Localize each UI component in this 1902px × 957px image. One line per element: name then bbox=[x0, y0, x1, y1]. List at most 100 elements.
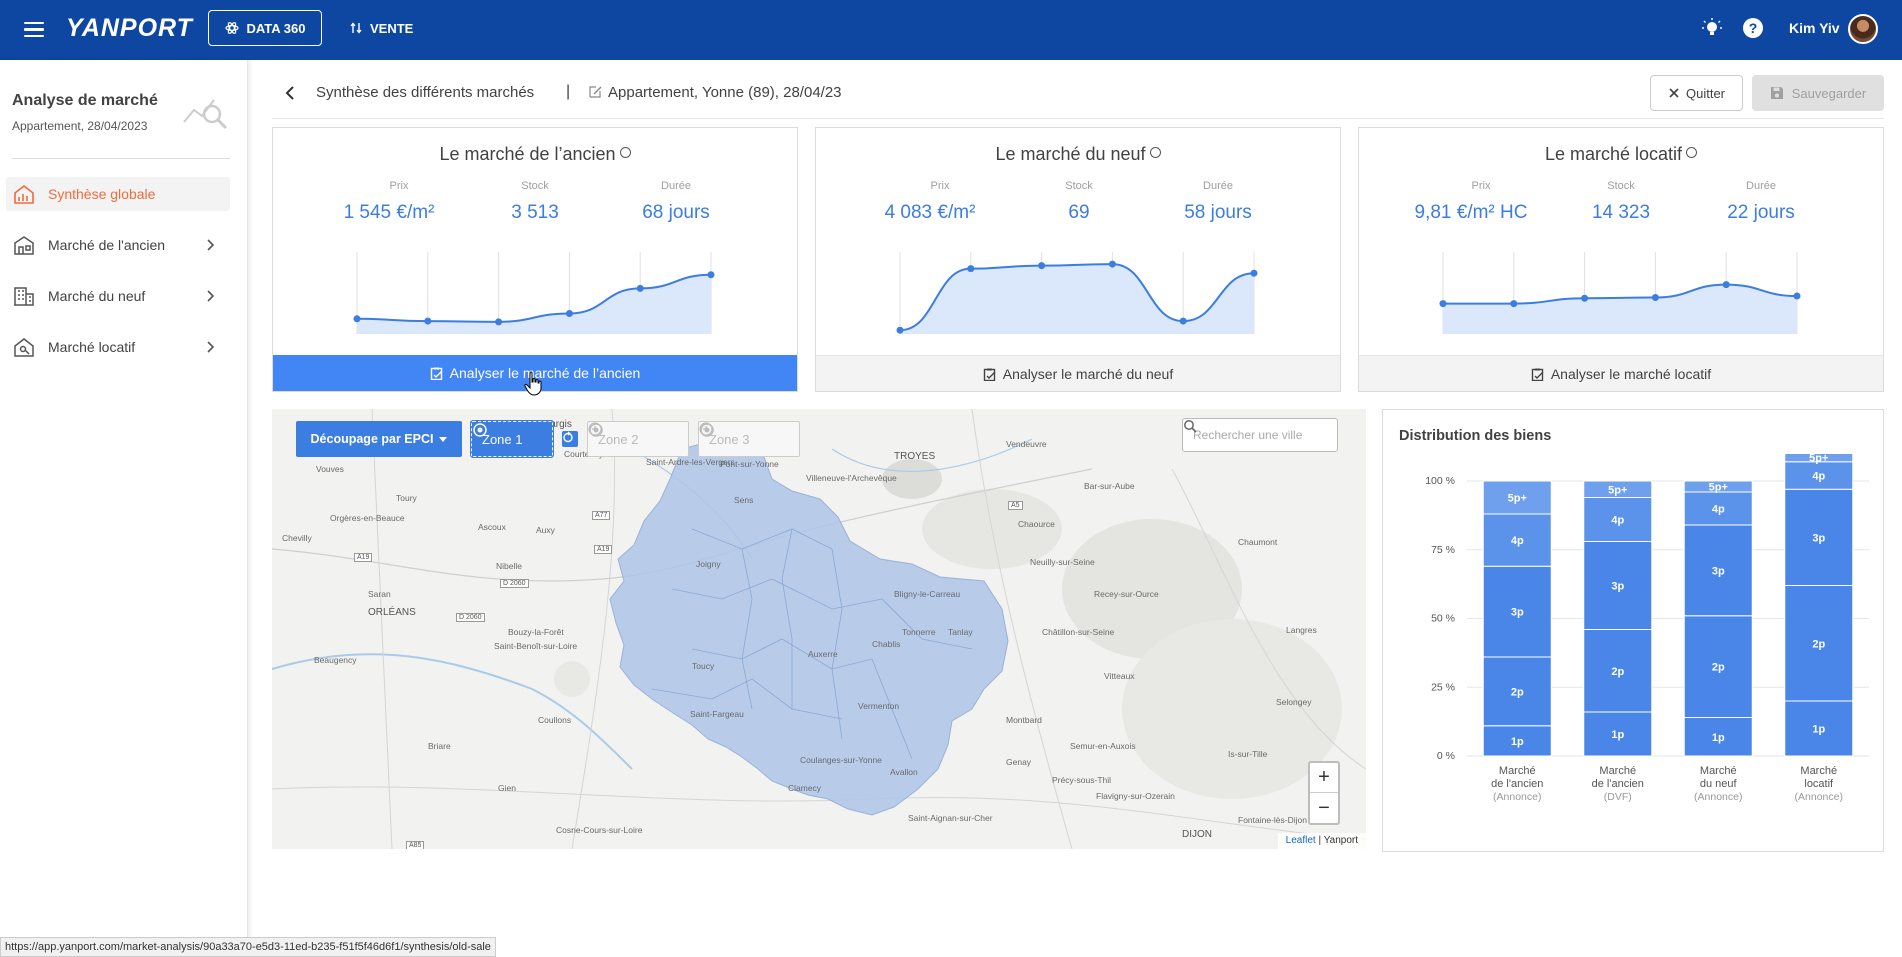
x-category-label: locatif bbox=[1804, 778, 1834, 790]
bar-segment-label: 5p+ bbox=[1709, 482, 1728, 494]
road-label: D 2060 bbox=[500, 579, 529, 588]
map-place-label: Bligny-le-Carreau bbox=[894, 589, 961, 599]
analyse-neuf-button[interactable]: Analyser le marché du neuf bbox=[816, 355, 1340, 391]
header-divider bbox=[272, 118, 1884, 119]
analyse-locatif-button[interactable]: Analyser le marché locatif bbox=[1359, 355, 1883, 391]
save-button[interactable]: Sauvegarder bbox=[1752, 75, 1884, 111]
sparkline-point bbox=[896, 326, 904, 334]
zone-1-chip[interactable]: Zone 1 bbox=[470, 420, 554, 458]
sidebar-item-neuf[interactable]: Marché du neuf bbox=[6, 279, 230, 313]
building-icon bbox=[12, 284, 36, 308]
hand-cursor-icon bbox=[524, 371, 542, 396]
quit-button[interactable]: Quitter bbox=[1650, 75, 1743, 111]
bar-segment-label: 3p bbox=[1712, 565, 1725, 577]
back-arrow-icon[interactable] bbox=[282, 84, 298, 102]
map-place-label: Joigny bbox=[696, 559, 721, 569]
map-place-label: Vitteaux bbox=[1104, 671, 1135, 681]
sidebar-item-ancien[interactable]: Marché de l'ancien bbox=[6, 228, 230, 262]
map-place-label: Toucy bbox=[692, 661, 715, 671]
chevron-right-icon bbox=[207, 290, 215, 302]
chevron-right-icon bbox=[207, 341, 215, 353]
card-title-wrap: Le marché du neuf bbox=[816, 144, 1340, 165]
y-tick-label: 0 % bbox=[1437, 750, 1455, 762]
avatar[interactable] bbox=[1848, 14, 1878, 44]
market-analysis-illustration-icon bbox=[183, 99, 228, 130]
page-subtitle[interactable]: Appartement, Yonne (89), 28/04/23 bbox=[608, 84, 842, 101]
bar-segment-label: 1p bbox=[1611, 729, 1624, 741]
data360-button[interactable]: DATA 360 bbox=[208, 10, 322, 46]
logo[interactable]: YANPORT bbox=[66, 14, 193, 43]
house-key-icon bbox=[12, 335, 36, 359]
zone-target-icon bbox=[473, 423, 487, 437]
bar-segment-label: 3p bbox=[1511, 607, 1524, 619]
map-place-label: Bar-sur-Aube bbox=[1084, 481, 1135, 491]
card-title-wrap: Le marché de l’ancien bbox=[273, 144, 797, 165]
lightbulb-icon[interactable] bbox=[1700, 16, 1724, 40]
zone-3-chip[interactable]: Zone 3 bbox=[698, 421, 800, 457]
map-place-label: Tanlay bbox=[948, 627, 973, 637]
stat-label-stock: Stock bbox=[521, 180, 549, 192]
stat-label-stock: Stock bbox=[1607, 180, 1635, 192]
leaflet-link[interactable]: Leaflet bbox=[1286, 835, 1316, 846]
attribution-text: Yanport bbox=[1323, 835, 1358, 846]
map-place-label: Pont-sur-Yonne bbox=[720, 459, 779, 469]
city-search-input[interactable]: Rechercher une ville bbox=[1182, 418, 1338, 452]
x-category-label: (Annonce) bbox=[1493, 791, 1541, 803]
map-place-label: Précy-sous-Thil bbox=[1052, 775, 1112, 785]
edit-icon[interactable] bbox=[588, 85, 602, 99]
chevron-right-icon bbox=[207, 239, 215, 251]
x-category-label: Marché bbox=[1599, 765, 1636, 777]
sidebar-item-locatif[interactable]: Marché locatif bbox=[6, 330, 230, 364]
sparkline-point bbox=[967, 265, 975, 273]
zoom-in-button[interactable]: + bbox=[1310, 763, 1338, 793]
menu-icon[interactable] bbox=[22, 18, 46, 42]
sparkline-point bbox=[1722, 281, 1730, 289]
house-chart-icon bbox=[12, 182, 36, 206]
card-locatif: Le marché locatif Prix 9,81 €/m² HC Stoc… bbox=[1358, 127, 1884, 392]
bar-segment-label: 4p bbox=[1812, 471, 1825, 483]
y-tick-label: 100 % bbox=[1425, 475, 1455, 487]
stat-label-duree: Durée bbox=[1203, 180, 1233, 192]
sparkline-point bbox=[1108, 260, 1116, 268]
map-place-label: ORLÉANS bbox=[368, 607, 416, 618]
save-label: Sauvegarder bbox=[1791, 85, 1867, 101]
stat-label-duree: Durée bbox=[1746, 180, 1776, 192]
help-icon[interactable]: ? bbox=[1741, 16, 1765, 40]
clipboard-icon bbox=[983, 368, 996, 381]
sidebar-item-synthese[interactable]: Synthèse globale bbox=[6, 177, 230, 211]
zone-1-refresh-button[interactable] bbox=[562, 431, 578, 447]
decoupage-dropdown[interactable]: Découpage par EPCI bbox=[296, 421, 462, 457]
sparkline-point bbox=[1651, 294, 1659, 302]
zoom-out-button[interactable]: − bbox=[1310, 793, 1338, 823]
card-neuf: Le marché du neuf Prix 4 083 €/m² Stock … bbox=[815, 127, 1341, 392]
add-circle-icon bbox=[699, 422, 713, 436]
sparkline-area bbox=[357, 274, 711, 334]
sparkline-point bbox=[1581, 294, 1589, 302]
vente-button[interactable]: VENTE bbox=[350, 10, 413, 46]
map-place-label: Cosne-Cours-sur-Loire bbox=[556, 825, 643, 835]
map[interactable]: Vouves Toury Orgères-en-Beauce Ascoux Au… bbox=[272, 409, 1366, 849]
x-category-label: (DVF) bbox=[1604, 791, 1632, 803]
search-placeholder: Rechercher une ville bbox=[1193, 428, 1303, 442]
info-icon[interactable] bbox=[619, 147, 631, 158]
map-place-label: Saint-Fargeau bbox=[690, 709, 744, 719]
user-name[interactable]: Kim Yiv bbox=[1789, 20, 1840, 36]
bar-segment-label: 4p bbox=[1511, 535, 1524, 547]
close-icon bbox=[1669, 88, 1679, 98]
page-title: Synthèse des différents marchés bbox=[316, 84, 535, 101]
map-place-label: Flavigny-sur-Ozerain bbox=[1096, 791, 1175, 801]
info-icon[interactable] bbox=[1686, 147, 1698, 158]
trend-sparkline bbox=[1439, 252, 1801, 334]
zone-2-chip[interactable]: Zone 2 bbox=[587, 421, 689, 457]
map-place-label: Tonnerre bbox=[902, 627, 936, 637]
map-place-label: Orgères-en-Beauce bbox=[330, 513, 405, 523]
sparkline-point bbox=[1793, 292, 1801, 300]
road-label: A85 bbox=[406, 841, 425, 849]
stat-label-prix: Prix bbox=[1471, 180, 1491, 192]
distribution-chart: 0 %25 %50 %75 %100 %1p2p3p4p5p+Marchéde … bbox=[1425, 453, 1869, 803]
search-icon bbox=[1184, 420, 1197, 433]
map-place-label: Sens bbox=[734, 495, 754, 505]
x-category-label: de l'ancien bbox=[1491, 778, 1543, 790]
info-icon[interactable] bbox=[1149, 147, 1161, 158]
swap-icon bbox=[350, 22, 362, 34]
